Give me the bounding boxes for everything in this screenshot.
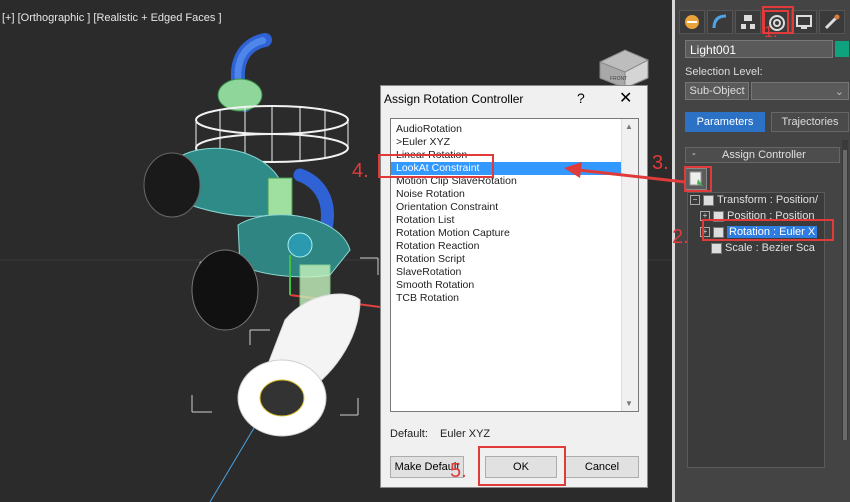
tab-display[interactable] bbox=[791, 10, 817, 34]
rollout-title: Assign Controller bbox=[722, 149, 806, 161]
list-item[interactable]: SlaveRotation bbox=[391, 266, 621, 279]
collapse-icon[interactable]: − bbox=[690, 195, 700, 206]
list-item[interactable]: Rotation Script bbox=[391, 253, 621, 266]
create-icon bbox=[685, 15, 699, 29]
list-item[interactable]: TCB Rotation bbox=[391, 292, 621, 305]
default-label: Default: bbox=[390, 428, 428, 440]
annotation-arrow bbox=[564, 162, 686, 184]
list-item[interactable]: AudioRotation bbox=[391, 123, 621, 136]
panel-scrollbar[interactable] bbox=[842, 140, 848, 440]
trajectories-button[interactable]: Trajectories bbox=[771, 112, 849, 132]
rollout-collapse-toggle[interactable]: - bbox=[692, 148, 696, 160]
dialog-title: Assign Rotation Controller bbox=[384, 92, 524, 106]
tab-modify[interactable] bbox=[707, 10, 733, 34]
tab-hierarchy[interactable] bbox=[735, 10, 761, 34]
list-item[interactable]: Rotation List bbox=[391, 214, 621, 227]
sub-object-button[interactable]: Sub-Object bbox=[685, 82, 749, 100]
transform-icon bbox=[703, 194, 714, 206]
viewcube-label: FRONT bbox=[610, 76, 627, 82]
list-item[interactable]: Orientation Constraint bbox=[391, 201, 621, 214]
annotation-step-1: 1. bbox=[764, 24, 778, 41]
object-name-field[interactable]: Light001 bbox=[685, 40, 833, 58]
hierarchy-icon bbox=[741, 15, 755, 29]
viewport-label[interactable]: [+] [Orthographic ] [Realistic + Edged F… bbox=[2, 12, 222, 24]
parameters-button[interactable]: Parameters bbox=[685, 112, 765, 132]
annotation-step-5: 5. bbox=[450, 460, 467, 482]
tree-item-transform[interactable]: − Transform : Position/ bbox=[690, 193, 818, 207]
list-item[interactable]: Rotation Motion Capture bbox=[391, 227, 621, 240]
utilities-icon bbox=[824, 14, 840, 30]
list-item[interactable]: Rotation Reaction bbox=[391, 240, 621, 253]
cancel-button[interactable]: Cancel bbox=[565, 456, 639, 478]
annotation-box-lookat bbox=[378, 154, 494, 178]
tab-create[interactable] bbox=[679, 10, 705, 34]
sub-object-dropdown[interactable]: ⌄ bbox=[751, 82, 849, 100]
scale-controller-icon bbox=[711, 242, 722, 254]
annotation-box-rotation bbox=[702, 219, 834, 241]
scroll-up-icon[interactable]: ▲ bbox=[625, 122, 633, 131]
default-row: Default: Euler XYZ bbox=[390, 428, 490, 440]
tree-item-scale[interactable]: Scale : Bezier Sca bbox=[711, 241, 815, 255]
annotation-step-4: 4. bbox=[352, 160, 369, 182]
annotation-box-ok bbox=[478, 446, 566, 486]
list-item[interactable]: Smooth Rotation bbox=[391, 279, 621, 292]
object-color-swatch[interactable] bbox=[835, 41, 849, 57]
close-button[interactable]: ✕ bbox=[619, 88, 632, 108]
tab-utilities[interactable] bbox=[819, 10, 845, 34]
annotation-step-2: 2. bbox=[672, 226, 689, 248]
list-item[interactable]: >Euler XYZ bbox=[391, 136, 621, 149]
help-button[interactable]: ? bbox=[577, 90, 585, 106]
default-value: Euler XYZ bbox=[440, 428, 491, 440]
assign-controller-rollout[interactable]: - Assign Controller bbox=[685, 147, 840, 163]
assign-rotation-controller-dialog: Assign Rotation Controller ? ✕ AudioRota… bbox=[380, 85, 648, 488]
modify-icon bbox=[712, 14, 727, 29]
selection-level-label: Selection Level: bbox=[685, 66, 763, 78]
scroll-down-icon[interactable]: ▼ bbox=[625, 399, 633, 408]
command-panel: Light001 Selection Level: Sub-Object ⌄ P… bbox=[675, 0, 850, 502]
chevron-down-icon: ⌄ bbox=[834, 86, 844, 98]
panel-scrollbar-thumb[interactable] bbox=[843, 150, 847, 440]
display-icon bbox=[796, 15, 812, 29]
